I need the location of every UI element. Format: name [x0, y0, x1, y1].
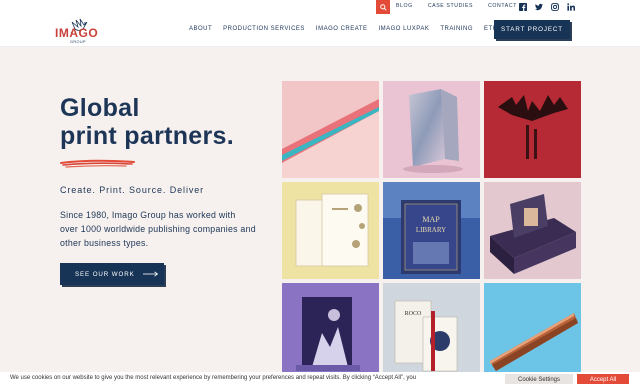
search-icon [379, 3, 387, 11]
main-nav: ABOUT PRODUCTION SERVICES IMAGO CREATE I… [189, 26, 509, 32]
portfolio-image-holographic-box[interactable] [383, 81, 480, 178]
portfolio-image-pink-book-edge[interactable] [282, 81, 379, 178]
cookie-banner: We use cookies on our website to give yo… [0, 372, 640, 384]
svg-text:LIBRARY: LIBRARY [416, 226, 446, 234]
portfolio-grid: MAP LIBRARY ROCO [282, 81, 581, 380]
nav-training[interactable]: TRAINING [440, 26, 473, 32]
instagram-icon[interactable] [550, 2, 559, 11]
brush-stroke-decoration [60, 159, 135, 168]
see-our-work-label: SEE OUR WORK [75, 270, 135, 278]
hero-title-line-1: Global [60, 94, 140, 122]
portfolio-image-gold-foil-book[interactable] [282, 182, 379, 279]
nav-production-services[interactable]: PRODUCTION SERVICES [223, 26, 305, 32]
arrow-right-icon [142, 271, 158, 277]
linkedin-icon[interactable] [566, 2, 575, 11]
nav-imago-luxpak[interactable]: IMAGO LUXPAK [378, 26, 429, 32]
search-button[interactable] [376, 0, 390, 14]
hero-title: Global print partners. [60, 94, 234, 150]
case-studies-link[interactable]: CASE STUDIES [428, 3, 473, 9]
cookie-text: We use cookies on our website to give yo… [10, 375, 417, 381]
start-project-button[interactable]: START PROJECT [494, 20, 570, 39]
hero-title-line-2: print partners. [60, 122, 234, 150]
hero-tagline: Create. Print. Source. Deliver [60, 185, 205, 195]
utility-links: BLOG CASE STUDIES CONTACT [396, 3, 517, 9]
nav-imago-create[interactable]: IMAGO CREATE [316, 26, 368, 32]
svg-text:ROCO: ROCO [405, 311, 422, 317]
portfolio-image-popup-box[interactable] [484, 182, 581, 279]
logo-wordmark[interactable]: IMAGO [55, 26, 98, 40]
twitter-icon[interactable] [534, 2, 543, 11]
facebook-icon[interactable] [518, 2, 527, 11]
nav-about[interactable]: ABOUT [189, 26, 212, 32]
accept-all-button[interactable]: Accept All [577, 374, 629, 384]
blog-link[interactable]: BLOG [396, 3, 413, 9]
portfolio-image-red-bat-book[interactable] [484, 81, 581, 178]
portfolio-image-map-library-book[interactable]: MAP LIBRARY [383, 182, 480, 279]
cookie-settings-button[interactable]: Cookie Settings [505, 374, 573, 384]
contact-link[interactable]: CONTACT [488, 3, 517, 9]
portfolio-image-purple-popup-book[interactable] [282, 283, 379, 380]
see-our-work-button[interactable]: SEE OUR WORK [60, 263, 164, 285]
site-header: IMAGO GROUP ABOUT PRODUCTION SERVICES IM… [0, 14, 640, 47]
svg-text:MAP: MAP [422, 215, 440, 224]
social-links [518, 2, 575, 11]
portfolio-image-slipcase-books[interactable]: ROCO [383, 283, 480, 380]
logo-subtext: GROUP [70, 40, 86, 44]
portfolio-image-copper-edge[interactable] [484, 283, 581, 380]
hero-description: Since 1980, Imago Group has worked with … [60, 210, 256, 248]
